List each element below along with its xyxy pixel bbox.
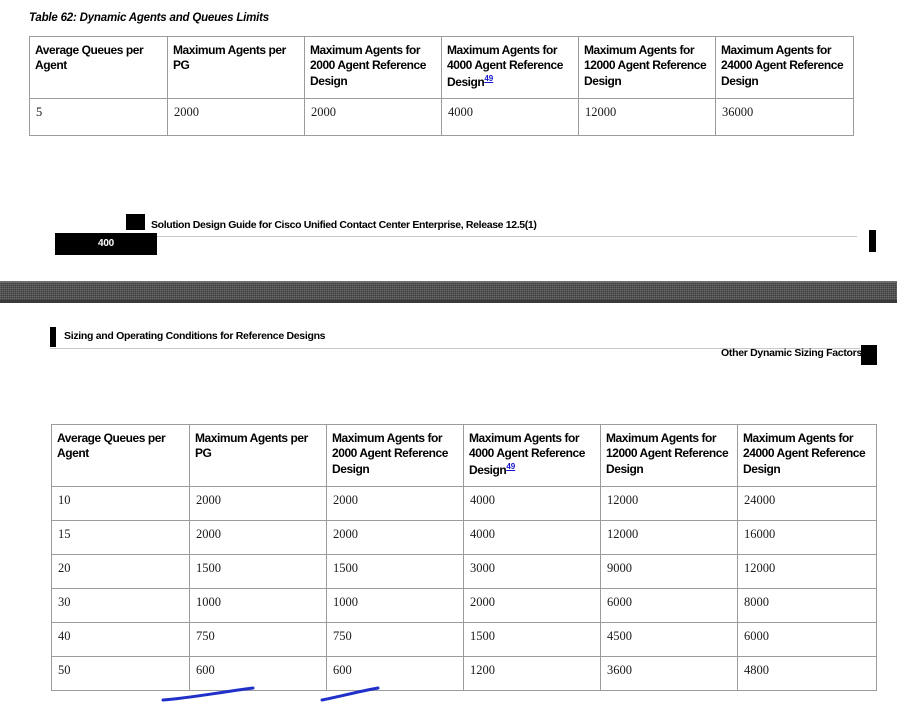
footer-marker-icon xyxy=(126,214,145,230)
table-62-col-header-1: Maximum Agents per PG xyxy=(167,35,305,100)
table-62-col-header-5: Maximum Agents for 24000 Agent Reference… xyxy=(715,35,854,100)
table-63-cell-4-4: 4500 xyxy=(600,622,738,658)
footer-endcap-icon xyxy=(869,230,876,252)
table-row: 40 750 750 1500 4500 6000 xyxy=(51,622,877,658)
table-63-cell-2-0: 20 xyxy=(51,554,190,590)
table-63: Average Queues per Agent Maximum Agents … xyxy=(51,423,877,692)
table-63-cell-5-4: 3600 xyxy=(600,656,738,692)
table-63-cell-5-3: 1200 xyxy=(463,656,601,692)
table-row: 5 2000 2000 4000 12000 36000 xyxy=(29,98,854,137)
table-62-caption: Table 62: Dynamic Agents and Queues Limi… xyxy=(29,12,269,24)
table-63-cell-1-4: 12000 xyxy=(600,520,738,556)
table-63-col-header-4: Maximum Agents for 12000 Agent Reference… xyxy=(600,423,738,488)
table-63-col-header-3: Maximum Agents for 4000 Agent Reference … xyxy=(463,423,601,488)
table-63-cell-2-1: 1500 xyxy=(189,554,327,590)
table-63-cell-5-0: 50 xyxy=(51,656,190,692)
table-63-cell-3-3: 2000 xyxy=(463,588,601,624)
table-62-cell-0-2: 2000 xyxy=(304,98,442,137)
footnote-link-49[interactable]: 49 xyxy=(484,74,493,83)
table-62-col-header-2: Maximum Agents for 2000 Agent Reference … xyxy=(304,35,442,100)
table-63-cell-0-4: 12000 xyxy=(600,486,738,522)
table-63-cell-4-2: 750 xyxy=(326,622,464,658)
table-63-header-row: Average Queues per Agent Maximum Agents … xyxy=(51,423,877,488)
table-row: 15 2000 2000 4000 12000 16000 xyxy=(51,520,877,556)
table-63-cell-0-3: 4000 xyxy=(463,486,601,522)
table-63-cell-1-1: 2000 xyxy=(189,520,327,556)
table-62-cell-0-3: 4000 xyxy=(441,98,579,137)
table-63-cell-4-1: 750 xyxy=(189,622,327,658)
table-63-col-header-0: Average Queues per Agent xyxy=(51,423,190,488)
table-63-cell-1-5: 16000 xyxy=(737,520,877,556)
header-subsection-title: Other Dynamic Sizing Factors xyxy=(721,347,862,359)
table-63-cell-5-2: 600 xyxy=(326,656,464,692)
table-63-cell-0-1: 2000 xyxy=(189,486,327,522)
table-62-col-header-3: Maximum Agents for 4000 Agent Reference … xyxy=(441,35,579,100)
table-63-col-header-2: Maximum Agents for 2000 Agent Reference … xyxy=(326,423,464,488)
page-header: Sizing and Operating Conditions for Refe… xyxy=(0,327,897,372)
page-number-label: 400 xyxy=(97,238,115,249)
table-63-cell-3-1: 1000 xyxy=(189,588,327,624)
table-63-cell-2-2: 1500 xyxy=(326,554,464,590)
table-63-col-header-3-text: Maximum Agents for 4000 Agent Reference … xyxy=(469,431,585,477)
table-62-col-header-0: Average Queues per Agent xyxy=(29,35,168,100)
table-62: Average Queues per Agent Maximum Agents … xyxy=(29,35,854,137)
page-footer: Solution Design Guide for Cisco Unified … xyxy=(0,214,897,260)
table-63-cell-1-2: 2000 xyxy=(326,520,464,556)
footer-document-title: Solution Design Guide for Cisco Unified … xyxy=(151,219,537,231)
table-63-cell-4-0: 40 xyxy=(51,622,190,658)
table-62-cell-0-4: 12000 xyxy=(578,98,716,137)
table-62-header-row: Average Queues per Agent Maximum Agents … xyxy=(29,35,854,100)
table-63-cell-3-5: 8000 xyxy=(737,588,877,624)
table-63-col-header-5: Maximum Agents for 24000 Agent Reference… xyxy=(737,423,877,488)
table-63-cell-3-0: 30 xyxy=(51,588,190,624)
table-63-cell-3-4: 6000 xyxy=(600,588,738,624)
table-63-cell-1-0: 15 xyxy=(51,520,190,556)
table-63-cell-0-5: 24000 xyxy=(737,486,877,522)
table-63-cell-3-2: 1000 xyxy=(326,588,464,624)
table-63-cell-2-5: 12000 xyxy=(737,554,877,590)
footer-divider xyxy=(126,236,857,237)
table-row: 20 1500 1500 3000 9000 12000 xyxy=(51,554,877,590)
pdf-page-400: Table 62: Dynamic Agents and Queues Limi… xyxy=(0,0,897,281)
table-63-cell-5-5: 4800 xyxy=(737,656,877,692)
table-63-cell-4-5: 6000 xyxy=(737,622,877,658)
header-marker-icon xyxy=(50,327,56,347)
footnote-link-49[interactable]: 49 xyxy=(506,462,515,471)
table-63-cell-2-4: 9000 xyxy=(600,554,738,590)
table-62-col-header-3-text: Maximum Agents for 4000 Agent Reference … xyxy=(447,43,563,89)
table-row: 10 2000 2000 4000 12000 24000 xyxy=(51,486,877,522)
header-section-title: Sizing and Operating Conditions for Refe… xyxy=(64,330,326,342)
table-63-cell-0-0: 10 xyxy=(51,486,190,522)
table-62-cell-0-1: 2000 xyxy=(167,98,305,137)
page-separator xyxy=(0,281,897,303)
header-endcap-icon xyxy=(861,345,877,365)
table-row: 50 600 600 1200 3600 4800 xyxy=(51,656,877,692)
table-62-cell-0-5: 36000 xyxy=(715,98,854,137)
table-63-cell-2-3: 3000 xyxy=(463,554,601,590)
table-63-cell-1-3: 4000 xyxy=(463,520,601,556)
table-62-cell-0-0: 5 xyxy=(29,98,168,137)
table-63-col-header-1: Maximum Agents per PG xyxy=(189,423,327,488)
table-63-cell-5-1: 600 xyxy=(189,656,327,692)
table-row: 30 1000 1000 2000 6000 8000 xyxy=(51,588,877,624)
table-63-cell-0-2: 2000 xyxy=(326,486,464,522)
table-62-col-header-4: Maximum Agents for 12000 Agent Reference… xyxy=(578,35,716,100)
table-63-cell-4-3: 1500 xyxy=(463,622,601,658)
